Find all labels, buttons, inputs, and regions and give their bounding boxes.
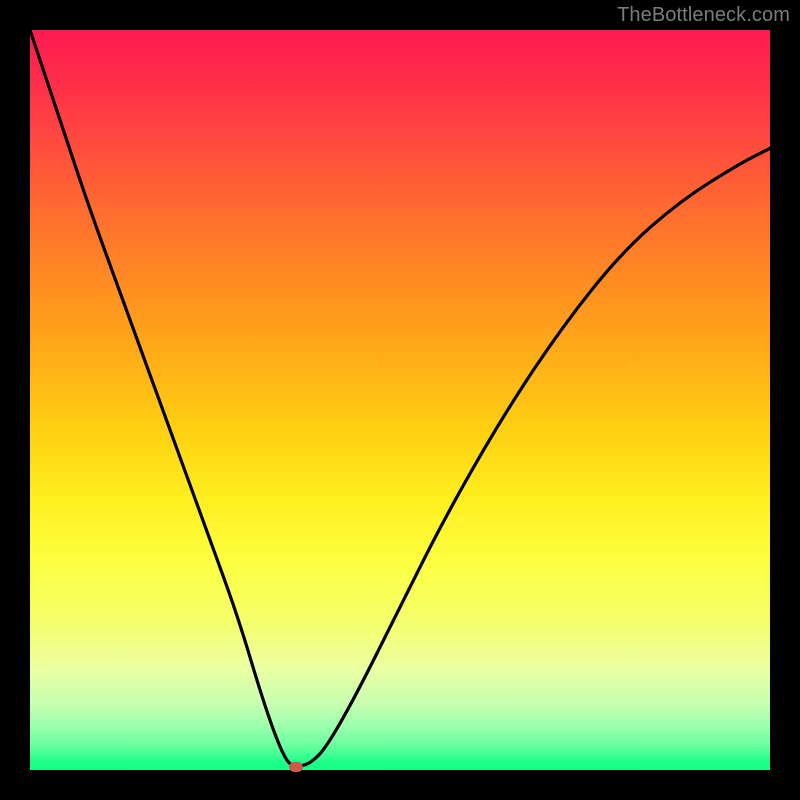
plot-area	[30, 30, 770, 770]
curve-svg	[30, 30, 770, 770]
chart-frame: TheBottleneck.com	[0, 0, 800, 800]
bottleneck-curve	[30, 30, 770, 766]
optimum-marker	[289, 762, 303, 772]
watermark-text: TheBottleneck.com	[617, 4, 790, 27]
